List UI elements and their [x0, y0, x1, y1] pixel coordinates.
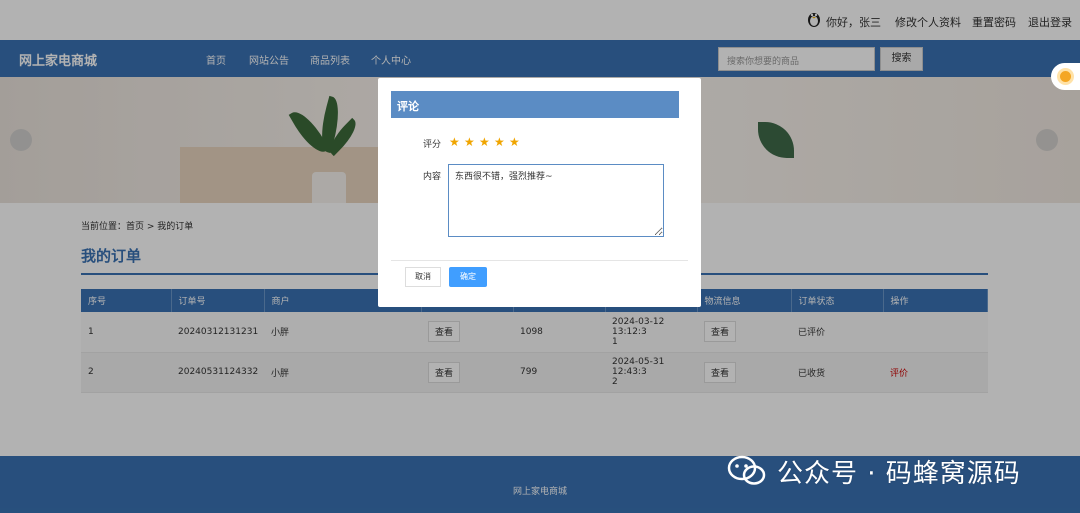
- star-icon[interactable]: ★: [494, 135, 509, 149]
- float-badge-icon: [1057, 68, 1074, 85]
- content-label: 内容: [423, 172, 442, 182]
- star-icon[interactable]: ★: [464, 135, 479, 149]
- star-rating[interactable]: ★ ★ ★ ★ ★: [449, 135, 524, 149]
- confirm-button[interactable]: 确定: [449, 267, 487, 287]
- review-dialog: 评论 评分 ★ ★ ★ ★ ★ 内容 东西很不错，强烈推荐~ 取消 确定: [378, 78, 701, 307]
- cancel-button[interactable]: 取消: [405, 267, 441, 287]
- wechat-icon: [727, 455, 766, 485]
- star-icon[interactable]: ★: [449, 135, 464, 149]
- dialog-title: 评论: [391, 91, 679, 118]
- watermark-text: 公众号 · 码蜂窝源码: [777, 459, 1021, 489]
- side-float-widget[interactable]: [1051, 63, 1080, 90]
- star-icon[interactable]: ★: [509, 135, 524, 149]
- review-content-textarea[interactable]: 东西很不错，强烈推荐~: [448, 164, 664, 237]
- star-icon[interactable]: ★: [479, 135, 494, 149]
- score-label: 评分: [423, 140, 442, 150]
- dialog-divider: [391, 260, 688, 261]
